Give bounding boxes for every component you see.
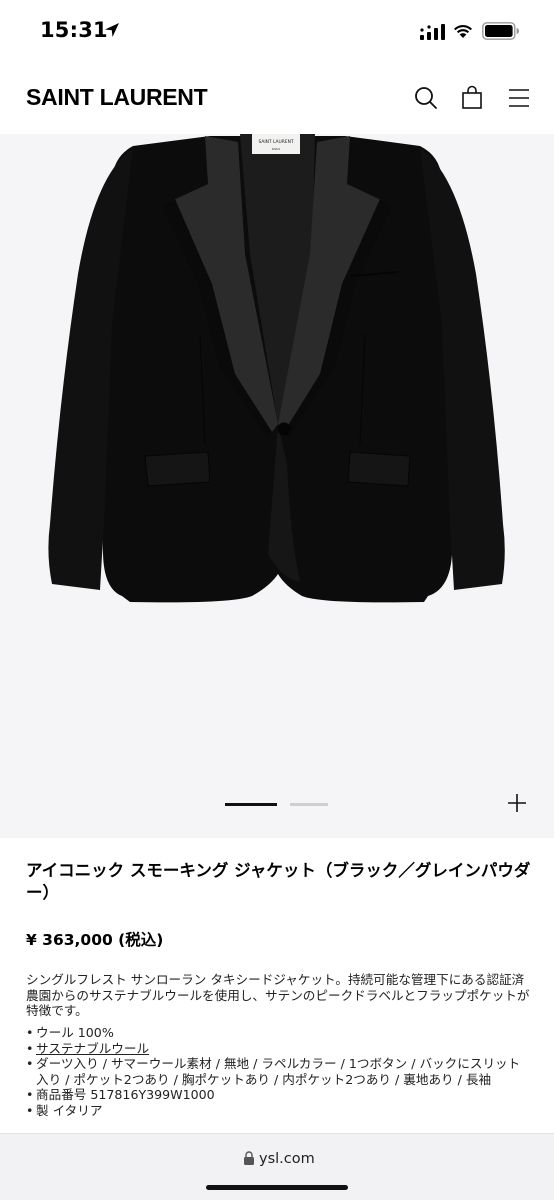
brand-logo[interactable]: SAINT LAURENT <box>26 84 208 111</box>
product-title: アイコニック スモーキング ジャケット（ブラック／グレインパウダー） <box>26 861 531 902</box>
wifi-icon <box>454 25 472 38</box>
site-header: SAINT LAURENT <box>0 62 554 134</box>
url-text[interactable]: ysl.com <box>259 1151 315 1167</box>
lock-icon <box>244 1151 254 1165</box>
hamburger-menu-icon[interactable] <box>505 84 533 112</box>
status-time: 15:31 <box>40 18 108 42</box>
label-city-text: PARIS <box>272 147 281 151</box>
black-tuxedo-jacket-image: SAINT LAURENT PARIS <box>48 134 505 603</box>
status-bar: 15:31 <box>0 0 554 62</box>
product-price: ¥ 363,000 (税込) <box>26 931 164 949</box>
spec-item-link[interactable]: サステナブルウール <box>26 1041 531 1057</box>
cellular-signal-icon <box>420 24 445 40</box>
battery-icon <box>482 22 519 40</box>
spec-item: 製 イタリア <box>26 1103 531 1119</box>
spec-item: ダーツ入り / サマーウール素材 / 無地 / ラペルカラー / 1つボタン /… <box>26 1056 531 1087</box>
product-spec-list: ウール 100% サステナブルウール ダーツ入り / サマーウール素材 / 無地… <box>26 1025 531 1119</box>
plus-icon[interactable] <box>505 791 529 815</box>
browser-address-bar[interactable]: ysl.com <box>0 1133 554 1200</box>
shopping-bag-icon[interactable] <box>458 84 486 112</box>
gallery-pager-dot-active[interactable] <box>225 803 277 806</box>
product-image-gallery[interactable]: SAINT LAURENT PARIS <box>0 134 554 838</box>
search-icon[interactable] <box>412 84 440 112</box>
gallery-pager-dot[interactable] <box>290 803 328 806</box>
spec-item: 商品番号 517816Y399W1000 <box>26 1087 531 1103</box>
home-indicator[interactable] <box>206 1185 348 1190</box>
product-description: シングルフレスト サンローラン タキシードジャケット。持続可能な管理下にある認証… <box>26 972 530 1019</box>
label-brand-text: SAINT LAURENT <box>258 139 293 145</box>
location-arrow-icon <box>105 23 119 37</box>
spec-item: ウール 100% <box>26 1025 531 1041</box>
